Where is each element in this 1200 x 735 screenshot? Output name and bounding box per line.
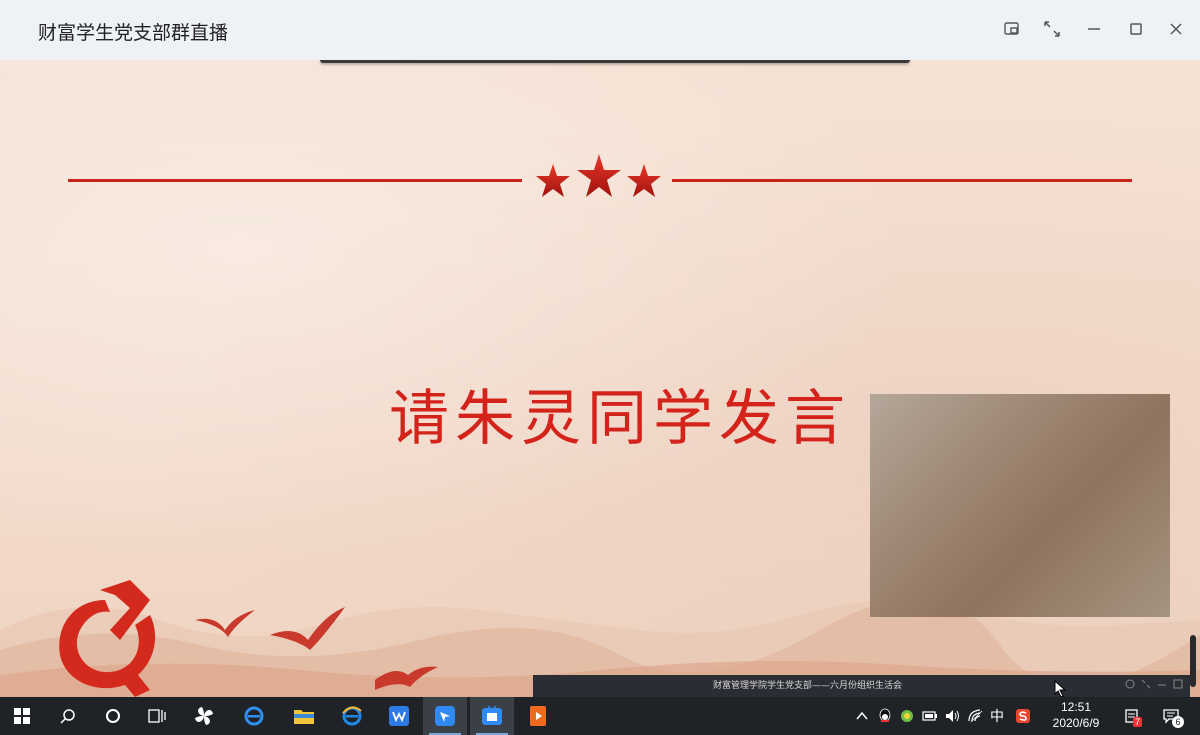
tray-battery[interactable] [920,697,940,735]
media-player-icon [530,706,546,726]
task-view-button[interactable] [135,697,179,735]
folder-icon [294,710,314,724]
slide-headline: 请朱灵同学发言 [389,384,851,454]
slide-top-edge [320,60,910,63]
chevron-up-icon [856,711,868,720]
search-button[interactable] [46,697,90,735]
window-title: 财富学生党支部群直播 [38,22,229,44]
live-stream-view[interactable]: 请朱灵同学发言 财富管理学院学生党支部——六月份组织生活会 [0,60,1200,697]
party-emblem-icon [59,580,156,697]
tray-overflow-button[interactable] [854,697,870,735]
taskbar-app-file-explorer[interactable] [282,697,326,735]
green-status-icon [901,710,913,722]
webcam-feed[interactable] [870,394,1170,617]
input-method-indicator[interactable]: 中 [988,697,1006,735]
wps-writer-icon [389,706,409,726]
decorative-line-right [672,179,1132,182]
qq-penguin-icon [879,708,891,722]
tray-volume[interactable] [943,697,963,735]
taskbar-app-ie-blue[interactable] [232,697,276,735]
mini-maximize-icon[interactable] [1173,679,1183,689]
taskbar-app-live[interactable] [470,697,514,735]
notification-count-badge: 7 [1133,717,1143,727]
cortana-circle-icon [106,709,120,723]
taskbar: 中 12:51 2020/6/9 7 6 [0,697,1200,735]
clock-date: 2020/6/9 [1052,716,1100,730]
flying-birds-illustration [195,607,438,690]
pip-button[interactable] [999,16,1025,42]
decorative-line-left [68,179,522,182]
window-titlebar: 财富学生党支部群直播 [0,0,1200,60]
mouse-cursor-icon [1054,680,1067,697]
internet-explorer-icon [244,706,264,726]
clock-time: 12:51 [1060,700,1092,714]
maximize-button[interactable] [1123,16,1149,42]
maximize-icon [1130,23,1142,35]
close-icon [1170,23,1182,35]
fullscreen-button[interactable] [1039,16,1065,42]
taskbar-app-player[interactable] [516,697,560,735]
tray-sogou[interactable] [1013,697,1033,735]
close-button[interactable] [1163,16,1189,42]
taskbar-app-pinwheel[interactable] [182,697,226,735]
mini-expand-icon[interactable] [1141,679,1151,689]
action-center-count-badge: 6 [1172,716,1184,728]
action-center-button[interactable]: 6 [1158,697,1184,735]
task-view-icon [148,709,166,723]
speaker-volume-icon [946,710,959,722]
sogou-input-icon [1016,709,1030,723]
picture-in-picture-icon [1004,22,1019,35]
windows-logo-icon [14,708,30,724]
search-icon [60,709,75,724]
tray-notifications-app[interactable]: 7 [1120,697,1144,735]
ie-edge-icon [342,706,362,726]
mini-player-title: 财富管理学院学生党支部——六月份组织生活会 [713,681,903,691]
scroll-handle[interactable] [1190,635,1196,687]
minimize-icon [1088,28,1100,30]
system-clock[interactable]: 12:51 2020/6/9 [1044,699,1108,731]
three-stars-icon [536,154,661,197]
live-tv-icon [482,705,502,725]
taskbar-app-wps[interactable] [377,697,421,735]
mini-player-bar[interactable]: 财富管理学院学生党支部——六月份组织生活会 [533,675,1190,697]
pinwheel-app-icon [195,707,213,725]
minimize-button[interactable] [1081,16,1107,42]
wifi-icon [968,709,983,723]
tray-qq[interactable] [876,697,894,735]
taskbar-app-feishu[interactable] [423,697,467,735]
tray-app-green[interactable] [898,697,916,735]
cortana-button[interactable] [91,697,135,735]
tray-network[interactable] [966,697,986,735]
mini-minimize-icon[interactable] [1157,679,1167,689]
taskbar-app-edge[interactable] [330,697,374,735]
start-button[interactable] [0,697,44,735]
expand-arrows-icon [1044,21,1060,37]
blue-bird-app-icon [435,706,455,726]
help-icon[interactable] [1125,679,1135,689]
battery-icon [922,711,937,721]
